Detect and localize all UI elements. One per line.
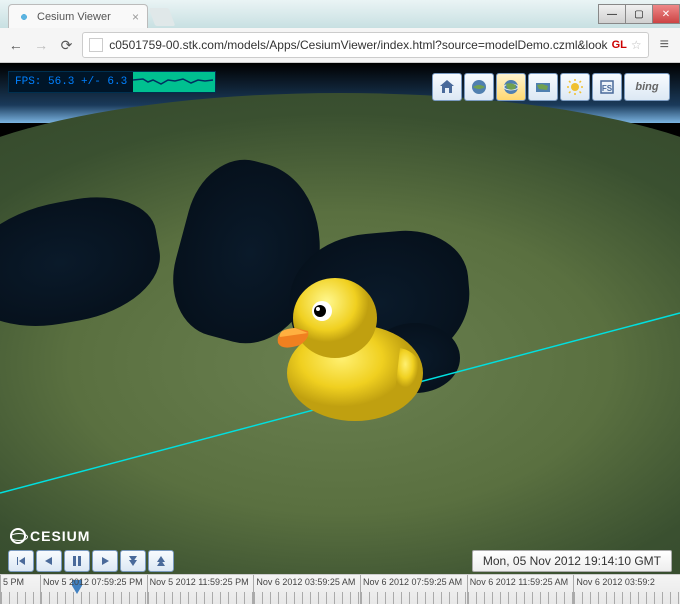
back-button[interactable]: ← — [6, 34, 25, 56]
bookmark-icon[interactable]: ☆ — [631, 38, 642, 52]
sun-icon — [566, 78, 584, 96]
cesium-logo-icon — [10, 528, 26, 544]
new-tab-button[interactable] — [149, 8, 176, 26]
favicon-icon — [17, 10, 31, 24]
play-forward-button[interactable] — [92, 550, 118, 572]
fullscreen-button[interactable]: FS — [592, 73, 622, 101]
cesium-logo: CESIUM — [10, 528, 90, 544]
forward-button[interactable]: → — [31, 34, 50, 56]
cesium-logo-text: CESIUM — [30, 528, 90, 544]
down-icon — [127, 555, 139, 567]
timeline-tick: Nov 6 2012 03:59:25 AM — [253, 575, 360, 604]
timeline-tick: Nov 6 2012 11:59:25 AM — [467, 575, 574, 604]
fps-text: FPS: 56.3 +/- 6.3 — [9, 76, 133, 88]
skip-back-button[interactable] — [8, 550, 34, 572]
model-rubber-duck — [260, 253, 440, 433]
view-3d-button[interactable] — [496, 73, 526, 101]
title-bar: Cesium Viewer × — ▢ ✕ — [0, 0, 680, 28]
url-bar[interactable]: c0501759-00.stk.com/models/Apps/CesiumVi… — [82, 32, 648, 58]
reload-button[interactable]: ⟳ — [57, 34, 76, 56]
fs-icon: FS — [598, 78, 616, 96]
up-icon — [155, 555, 167, 567]
tab-title: Cesium Viewer — [37, 11, 111, 23]
browser-tab[interactable]: Cesium Viewer × — [8, 4, 148, 28]
speed-down-button[interactable] — [120, 550, 146, 572]
pause-icon — [71, 555, 83, 567]
view-columbus-button[interactable] — [528, 73, 558, 101]
svg-text:FS: FS — [602, 84, 613, 93]
play-icon — [99, 555, 111, 567]
home-icon — [438, 78, 456, 96]
url-text: c0501759-00.stk.com/models/Apps/CesiumVi… — [109, 38, 607, 52]
speed-up-button[interactable] — [148, 550, 174, 572]
maximize-button[interactable]: ▢ — [625, 4, 653, 24]
playback-controls — [8, 550, 174, 572]
cesium-viewer: FPS: 56.3 +/- 6.3 FS bing CESIUM Mon, 05 … — [0, 63, 680, 604]
fps-counter: FPS: 56.3 +/- 6.3 — [8, 71, 216, 93]
page-icon — [89, 38, 103, 52]
gl-badge: GL — [612, 39, 627, 51]
scene-canvas[interactable] — [0, 63, 680, 604]
timeline-tick: Nov 6 2012 07:59:25 AM — [360, 575, 467, 604]
skipback-icon — [15, 555, 27, 567]
revplay-icon — [43, 555, 55, 567]
timeline-tick: Nov 5 2012 11:59:25 PM — [147, 575, 254, 604]
view-2d-button[interactable] — [464, 73, 494, 101]
timeline[interactable]: 5 PMNov 5 2012 07:59:25 PMNov 5 2012 11:… — [0, 574, 680, 604]
pause-button[interactable] — [64, 550, 90, 572]
timeline-tick: Nov 5 2012 07:59:25 PM — [40, 575, 147, 604]
globe2d-icon — [470, 78, 488, 96]
lake — [0, 187, 169, 340]
imagery-picker[interactable]: bing — [624, 73, 670, 101]
nav-bar: ← → ⟳ c0501759-00.stk.com/models/Apps/Ce… — [0, 28, 680, 62]
timeline-tick: 5 PM — [0, 575, 40, 604]
globe3d-icon — [502, 78, 520, 96]
flat-icon — [534, 78, 552, 96]
play-reverse-button[interactable] — [36, 550, 62, 572]
home-button[interactable] — [432, 73, 462, 101]
menu-button[interactable]: ≡ — [655, 34, 674, 56]
viewer-toolbar: FS bing — [432, 73, 670, 101]
minimize-button[interactable]: — — [598, 4, 626, 24]
lighting-button[interactable] — [560, 73, 590, 101]
close-window-button[interactable]: ✕ — [652, 4, 680, 24]
timeline-tick: Nov 6 2012 03:59:2 — [573, 575, 680, 604]
timestamp-display: Mon, 05 Nov 2012 19:14:10 GMT — [472, 550, 672, 572]
browser-chrome: Cesium Viewer × — ▢ ✕ ← → ⟳ c0501759-00.… — [0, 0, 680, 63]
fps-graph — [133, 72, 215, 92]
close-tab-icon[interactable]: × — [132, 10, 139, 24]
